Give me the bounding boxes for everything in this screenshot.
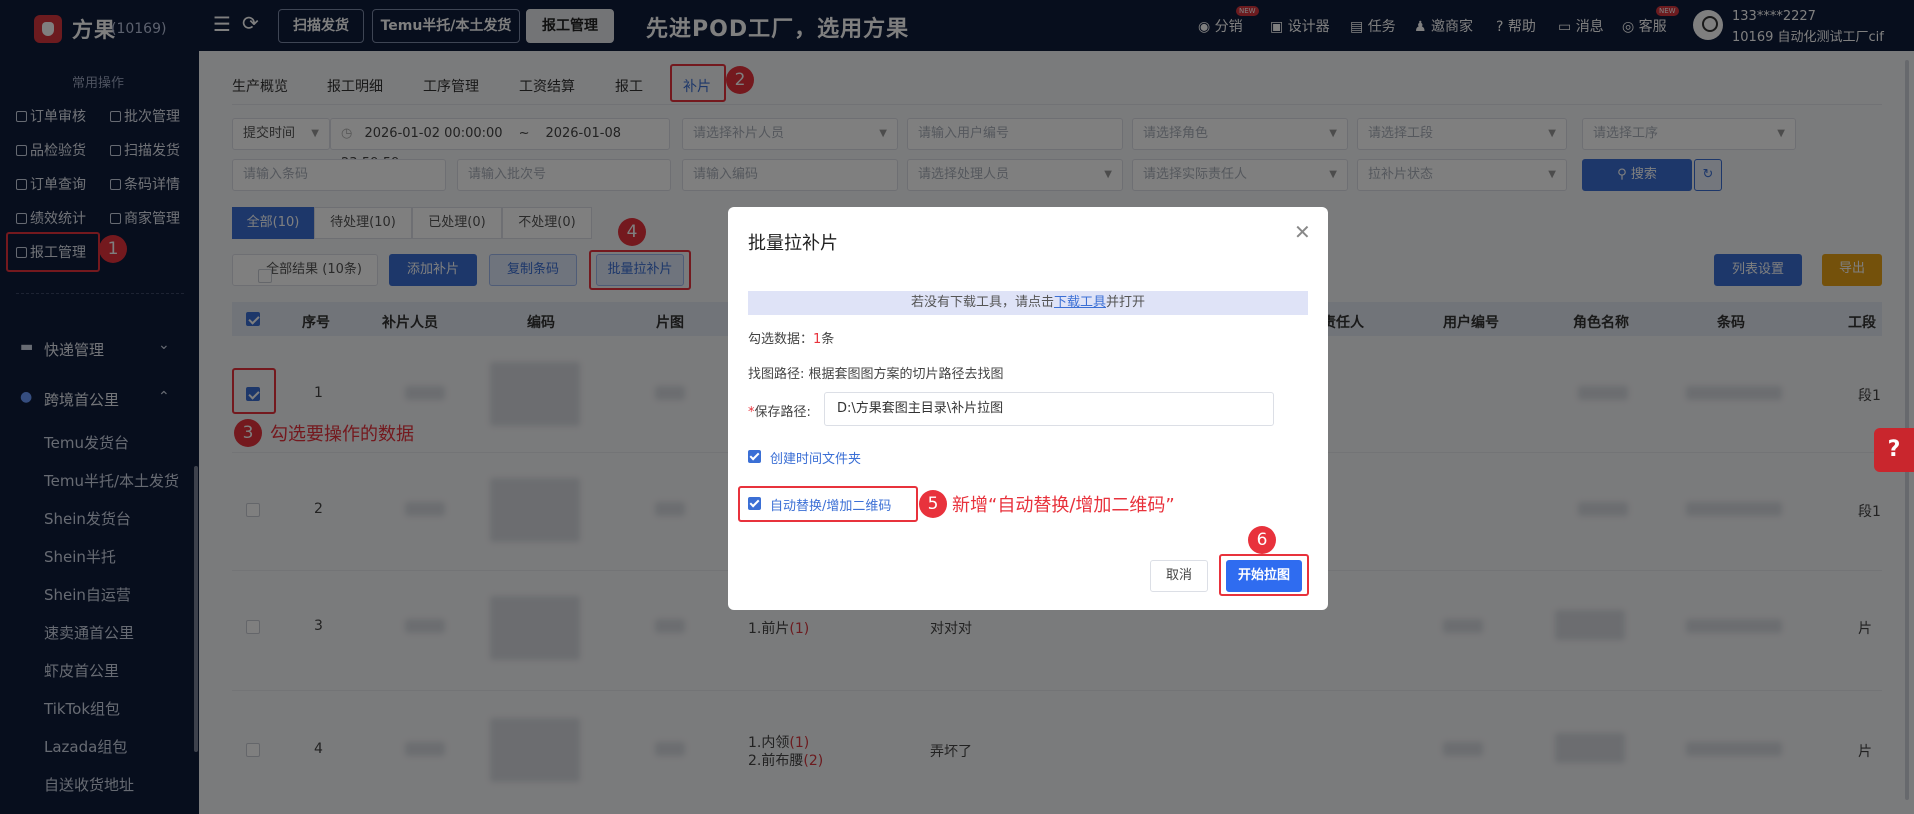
- question-icon: ?: [1887, 437, 1901, 462]
- cancel-button[interactable]: 取消: [1150, 560, 1208, 592]
- download-tool-link[interactable]: 下载工具: [1054, 295, 1106, 310]
- dialog-title: 批量拉补片: [748, 233, 838, 254]
- create-time-folder-checkbox[interactable]: [748, 450, 761, 463]
- create-time-folder-label[interactable]: 创建时间文件夹: [770, 448, 861, 467]
- save-path-label: *保存路径:: [748, 405, 811, 420]
- note-new-feature: 新增“自动替换/增加二维码”: [952, 495, 1175, 516]
- step-badge-5: 5: [919, 490, 947, 518]
- highlight-box-6: [1219, 554, 1309, 596]
- download-tip: 若没有下载工具，请点击下载工具并打开: [748, 291, 1308, 315]
- highlight-box-5: [738, 486, 918, 522]
- step-badge-6: 6: [1248, 526, 1276, 554]
- close-icon[interactable]: ✕: [1294, 220, 1311, 244]
- save-path-input[interactable]: D:\方果套图主目录\补片拉图: [824, 392, 1274, 426]
- selected-count: 勾选数据：1条: [748, 332, 835, 347]
- help-float-button[interactable]: ?: [1874, 428, 1914, 472]
- find-path-text: 找图路径: 根据套图图方案的切片路径去找图: [748, 367, 1004, 382]
